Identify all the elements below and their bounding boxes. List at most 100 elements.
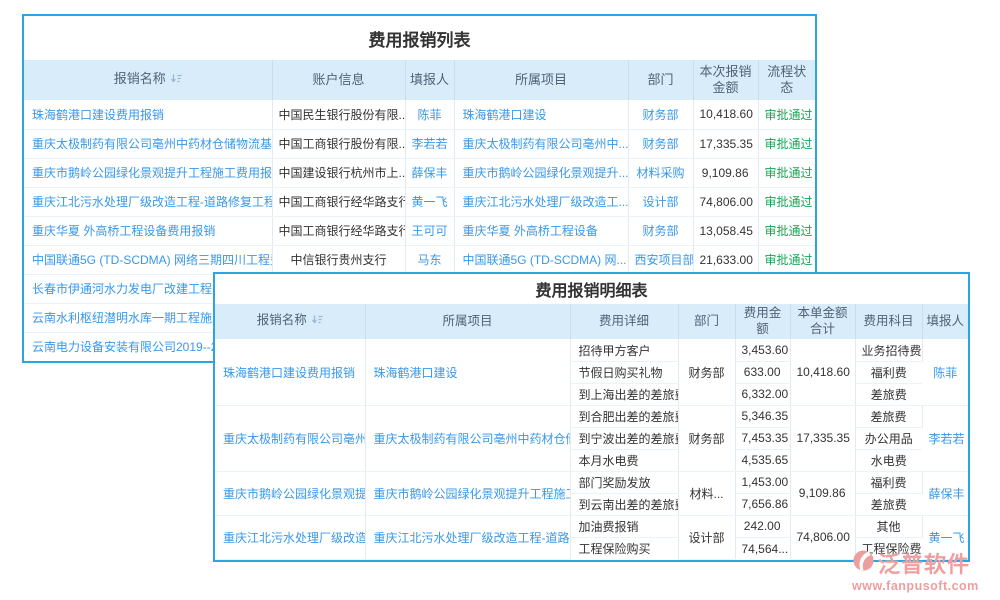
cell-detail: 到云南出差的差旅费 — [570, 493, 678, 515]
cell-project[interactable]: 珠海鹤港口建设 — [365, 339, 570, 405]
cell-project[interactable]: 重庆太极制药有限公司亳州中... — [454, 129, 628, 158]
cell-name[interactable]: 重庆华夏 外高桥工程设备费用报销 — [24, 216, 272, 245]
cell-account: 中国建设银行杭州市上... — [272, 158, 405, 187]
cell-dept[interactable]: 材料采购 — [628, 158, 693, 187]
cell-dept[interactable]: 设计部 — [628, 187, 693, 216]
cell-amount: 4,535.65 — [735, 449, 790, 471]
cell-name[interactable]: 珠海鹤港口建设费用报销 — [215, 339, 365, 405]
cell-category: 差旅费 — [855, 383, 922, 405]
cell-amount: 6,332.00 — [735, 383, 790, 405]
cell-category: 办公用品 — [855, 427, 922, 449]
cell-name[interactable]: 重庆太极制药有限公司亳州中药材 — [215, 405, 365, 471]
detail-table-title: 费用报销明细表 — [215, 274, 968, 304]
cell-amount: 21,633.00 — [693, 245, 758, 274]
cell-account: 中国工商银行股份有限... — [272, 129, 405, 158]
cell-dept[interactable]: 财务部 — [628, 100, 693, 129]
detail-header-dept: 部门 — [678, 304, 735, 339]
cell-name[interactable]: 珠海鹤港口建设费用报销 — [24, 100, 272, 129]
table-row[interactable]: 重庆市鹅岭公园绿化景观提升工程施工费用报销中国建设银行杭州市上...薛保丰重庆市… — [24, 158, 815, 187]
list-table-header-row: 报销名称账户信息填报人所属项目部门本次报销金额流程状态 — [24, 60, 815, 100]
cell-total: 74,806.00 — [790, 515, 855, 559]
cell-amount: 13,058.45 — [693, 216, 758, 245]
cell-amount: 633.00 — [735, 361, 790, 383]
brand-url: www.fanpusoft.com — [852, 579, 979, 593]
cell-status[interactable]: 审批通过 — [758, 187, 815, 216]
table-row[interactable]: 重庆江北污水处理厂级改造工程-道重庆江北污水处理厂级改造工程-道路修复工程加油费… — [215, 515, 968, 537]
cell-project[interactable]: 重庆市鹅岭公园绿化景观提升... — [454, 158, 628, 187]
cell-reporter[interactable]: 陈菲 — [922, 339, 968, 405]
list-header-account: 账户信息 — [272, 60, 405, 100]
cell-detail: 工程保险购买 — [570, 537, 678, 559]
cell-detail: 招待甲方客户 — [570, 339, 678, 361]
cell-project[interactable]: 重庆市鹅岭公园绿化景观提升工程施工 — [365, 471, 570, 515]
table-row[interactable]: 重庆江北污水处理厂级改造工程-道路修复工程费用...中国工商银行经华路支行黄一飞… — [24, 187, 815, 216]
cell-project[interactable]: 重庆太极制药有限公司亳州中药材仓储物流 — [365, 405, 570, 471]
cell-reporter[interactable]: 陈菲 — [405, 100, 454, 129]
detail-header-reporter: 填报人 — [922, 304, 968, 339]
cell-amount: 1,453.00 — [735, 471, 790, 493]
table-row[interactable]: 珠海鹤港口建设费用报销珠海鹤港口建设招待甲方客户财务部3,453.6010,41… — [215, 339, 968, 361]
cell-status[interactable]: 审批通过 — [758, 100, 815, 129]
cell-name[interactable]: 重庆太极制药有限公司亳州中药材仓储物流基地项... — [24, 129, 272, 158]
detail-header-total: 本单金额合计 — [790, 304, 855, 339]
cell-name[interactable]: 重庆江北污水处理厂级改造工程-道 — [215, 515, 365, 559]
cell-detail: 到宁波出差的差旅费 — [570, 427, 678, 449]
cell-detail: 到上海出差的差旅费 — [570, 383, 678, 405]
cell-amount: 17,335.35 — [693, 129, 758, 158]
cell-category: 福利费 — [855, 361, 922, 383]
cell-reporter[interactable]: 马东 — [405, 245, 454, 274]
cell-total: 10,418.60 — [790, 339, 855, 405]
cell-amount: 7,453.35 — [735, 427, 790, 449]
cell-reporter[interactable]: 薛保丰 — [922, 471, 968, 515]
list-header-name[interactable]: 报销名称 — [24, 60, 272, 100]
cell-status[interactable]: 审批通过 — [758, 129, 815, 158]
detail-header-project: 所属项目 — [365, 304, 570, 339]
cell-category: 福利费 — [855, 471, 922, 493]
cell-dept[interactable]: 财务部 — [628, 129, 693, 158]
cell-project[interactable]: 珠海鹤港口建设 — [454, 100, 628, 129]
cell-reporter[interactable]: 李若若 — [405, 129, 454, 158]
detail-header-name[interactable]: 报销名称 — [215, 304, 365, 339]
table-row[interactable]: 重庆华夏 外高桥工程设备费用报销中国工商银行经华路支行王可可重庆华夏 外高桥工程… — [24, 216, 815, 245]
detail-header-category: 费用科目 — [855, 304, 922, 339]
cell-account: 中国民生银行股份有限... — [272, 100, 405, 129]
cell-status[interactable]: 审批通过 — [758, 158, 815, 187]
table-row[interactable]: 重庆太极制药有限公司亳州中药材仓储物流基地项...中国工商银行股份有限...李若… — [24, 129, 815, 158]
table-row[interactable]: 中国联通5G (TD-SCDMA) 网络三期四川工程费...中信银行贵州支行马东… — [24, 245, 815, 274]
brand-watermark: 泛普软件 www.fanpusoft.com — [852, 547, 979, 593]
detail-header-amount: 费用金额 — [735, 304, 790, 339]
cell-project[interactable]: 重庆江北污水处理厂级改造工程-道路修复工程 — [365, 515, 570, 559]
cell-project[interactable]: 中国联通5G (TD-SCDMA) 网... — [454, 245, 628, 274]
table-row[interactable]: 珠海鹤港口建设费用报销中国民生银行股份有限...陈菲珠海鹤港口建设财务部10,4… — [24, 100, 815, 129]
cell-name[interactable]: 重庆江北污水处理厂级改造工程-道路修复工程费用... — [24, 187, 272, 216]
cell-account: 中国工商银行经华路支行 — [272, 187, 405, 216]
cell-reporter[interactable]: 薛保丰 — [405, 158, 454, 187]
list-table-title: 费用报销列表 — [24, 16, 815, 60]
table-row[interactable]: 重庆太极制药有限公司亳州中药材重庆太极制药有限公司亳州中药材仓储物流到合肥出差的… — [215, 405, 968, 427]
page: 费用报销列表 报销名称账户信息填报人所属项目部门本次报销金额流程状态 珠海鹤港口… — [0, 0, 1000, 600]
list-header-status: 流程状态 — [758, 60, 815, 100]
cell-category: 其他 — [855, 515, 922, 537]
sort-icon[interactable] — [171, 72, 182, 88]
cell-name[interactable]: 重庆市鹅岭公园绿化景观提升工程施工费用报销 — [24, 158, 272, 187]
table-row[interactable]: 重庆市鹅岭公园绿化景观提升工程施重庆市鹅岭公园绿化景观提升工程施工部门奖励发放材… — [215, 471, 968, 493]
cell-reporter[interactable]: 黄一飞 — [405, 187, 454, 216]
list-header-reporter: 填报人 — [405, 60, 454, 100]
cell-name[interactable]: 重庆市鹅岭公园绿化景观提升工程施 — [215, 471, 365, 515]
cell-status[interactable]: 审批通过 — [758, 245, 815, 274]
cell-status[interactable]: 审批通过 — [758, 216, 815, 245]
cell-name[interactable]: 中国联通5G (TD-SCDMA) 网络三期四川工程费... — [24, 245, 272, 274]
expense-detail-table: 报销名称所属项目费用详细部门费用金额本单金额合计费用科目填报人 珠海鹤港口建设费… — [215, 304, 968, 560]
cell-dept[interactable]: 财务部 — [628, 216, 693, 245]
cell-project[interactable]: 重庆江北污水处理厂级改造工... — [454, 187, 628, 216]
sort-icon[interactable] — [312, 314, 323, 330]
cell-project[interactable]: 重庆华夏 外高桥工程设备 — [454, 216, 628, 245]
list-header-dept: 部门 — [628, 60, 693, 100]
cell-reporter[interactable]: 李若若 — [922, 405, 968, 471]
cell-dept: 设计部 — [678, 515, 735, 559]
cell-detail: 部门奖励发放 — [570, 471, 678, 493]
cell-dept: 财务部 — [678, 339, 735, 405]
fanpu-logo-icon — [852, 549, 875, 577]
cell-dept[interactable]: 西安项目部 — [628, 245, 693, 274]
cell-reporter[interactable]: 王可可 — [405, 216, 454, 245]
